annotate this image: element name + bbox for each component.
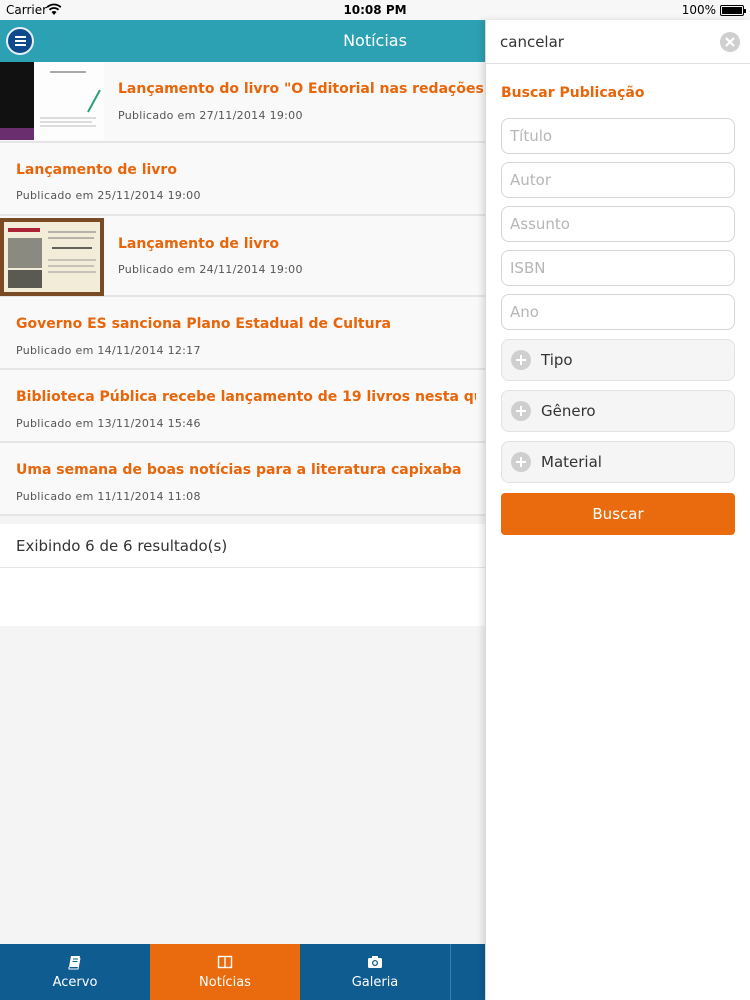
- news-item[interactable]: Lançamento do livro "O Editorial nas red…: [0, 62, 485, 143]
- battery-icon: [720, 5, 746, 16]
- news-list: Lançamento do livro "O Editorial nas red…: [0, 62, 485, 516]
- tab-label: Acervo: [52, 975, 98, 990]
- book-icon: [68, 956, 81, 970]
- news-title: Lançamento do livro "O Editorial nas red…: [118, 81, 485, 97]
- plus-icon: [511, 401, 531, 421]
- news-title: Biblioteca Pública recebe lançamento de …: [16, 389, 476, 405]
- news-item[interactable]: Uma semana de boas notícias para a liter…: [0, 443, 485, 516]
- tab-label: Notícias: [199, 975, 251, 990]
- search-panel: cancelar Buscar Publicação Tipo Gênero M…: [485, 20, 750, 1000]
- search-panel-title: Buscar Publicação: [501, 85, 645, 101]
- plus-icon: [511, 350, 531, 370]
- tab-label: Galeria: [351, 975, 399, 990]
- news-title: Uma semana de boas notícias para a liter…: [16, 462, 462, 478]
- tab-bar: Acervo Notícias Galeria: [0, 944, 485, 1000]
- filter-label: Material: [541, 453, 602, 471]
- news-date: Publicado em 11/11/2014 11:08: [16, 490, 201, 503]
- news-item[interactable]: Lançamento de livro Publicado em 25/11/2…: [0, 143, 485, 216]
- status-bar: Carrier 10:08 PM 100%: [0, 0, 750, 20]
- news-screen: Notícias Lançamento do livro "O Editoria…: [0, 20, 485, 1000]
- filter-tipo[interactable]: Tipo: [501, 339, 735, 381]
- news-title: Lançamento de livro: [16, 162, 177, 178]
- camera-icon: [368, 956, 382, 968]
- news-thumbnail: [0, 218, 104, 296]
- page-title: Notícias: [343, 31, 407, 50]
- news-item[interactable]: Governo ES sanciona Plano Estadual de Cu…: [0, 297, 485, 370]
- newspaper-icon: [217, 955, 233, 969]
- search-panel-header: cancelar: [486, 20, 750, 64]
- title-input[interactable]: [502, 119, 734, 153]
- book-cover-image: [0, 62, 104, 140]
- news-thumbnail: [0, 62, 104, 140]
- news-title: Lançamento de livro: [118, 236, 279, 252]
- news-date: Publicado em 14/11/2014 12:17: [16, 344, 201, 357]
- search-button[interactable]: Buscar: [501, 493, 735, 535]
- year-field: [501, 294, 735, 330]
- tab-galeria[interactable]: Galeria: [300, 944, 450, 1000]
- subject-field: [501, 206, 735, 242]
- isbn-input[interactable]: [502, 251, 734, 285]
- filter-material[interactable]: Material: [501, 441, 735, 483]
- news-date: Publicado em 27/11/2014 19:00: [118, 109, 303, 122]
- news-date: Publicado em 13/11/2014 15:46: [16, 417, 201, 430]
- news-date: Publicado em 24/11/2014 19:00: [118, 263, 303, 276]
- book-cover-image: [0, 218, 104, 296]
- clock: 10:08 PM: [343, 3, 407, 17]
- filter-label: Gênero: [541, 402, 596, 420]
- tab-noticias[interactable]: Notícias: [150, 944, 300, 1000]
- news-item[interactable]: Lançamento de livro Publicado em 24/11/2…: [0, 216, 485, 297]
- author-field: [501, 162, 735, 198]
- title-field: [501, 118, 735, 154]
- clear-icon[interactable]: [719, 31, 741, 53]
- plus-icon: [511, 452, 531, 472]
- navigation-bar: Notícias: [0, 20, 485, 62]
- filter-label: Tipo: [541, 351, 573, 369]
- subject-input[interactable]: [502, 207, 734, 241]
- news-date: Publicado em 25/11/2014 19:00: [16, 189, 201, 202]
- year-input[interactable]: [502, 295, 734, 329]
- cancel-button[interactable]: cancelar: [500, 33, 564, 51]
- author-input[interactable]: [502, 163, 734, 197]
- results-count: Exibindo 6 de 6 resultado(s): [0, 524, 485, 568]
- filter-genero[interactable]: Gênero: [501, 390, 735, 432]
- battery-percentage: 100%: [681, 3, 716, 17]
- news-item[interactable]: Biblioteca Pública recebe lançamento de …: [0, 370, 485, 443]
- news-title: Governo ES sanciona Plano Estadual de Cu…: [16, 316, 391, 332]
- isbn-field: [501, 250, 735, 286]
- results-text: Exibindo 6 de 6 resultado(s): [16, 537, 228, 555]
- tab-acervo[interactable]: Acervo: [0, 944, 150, 1000]
